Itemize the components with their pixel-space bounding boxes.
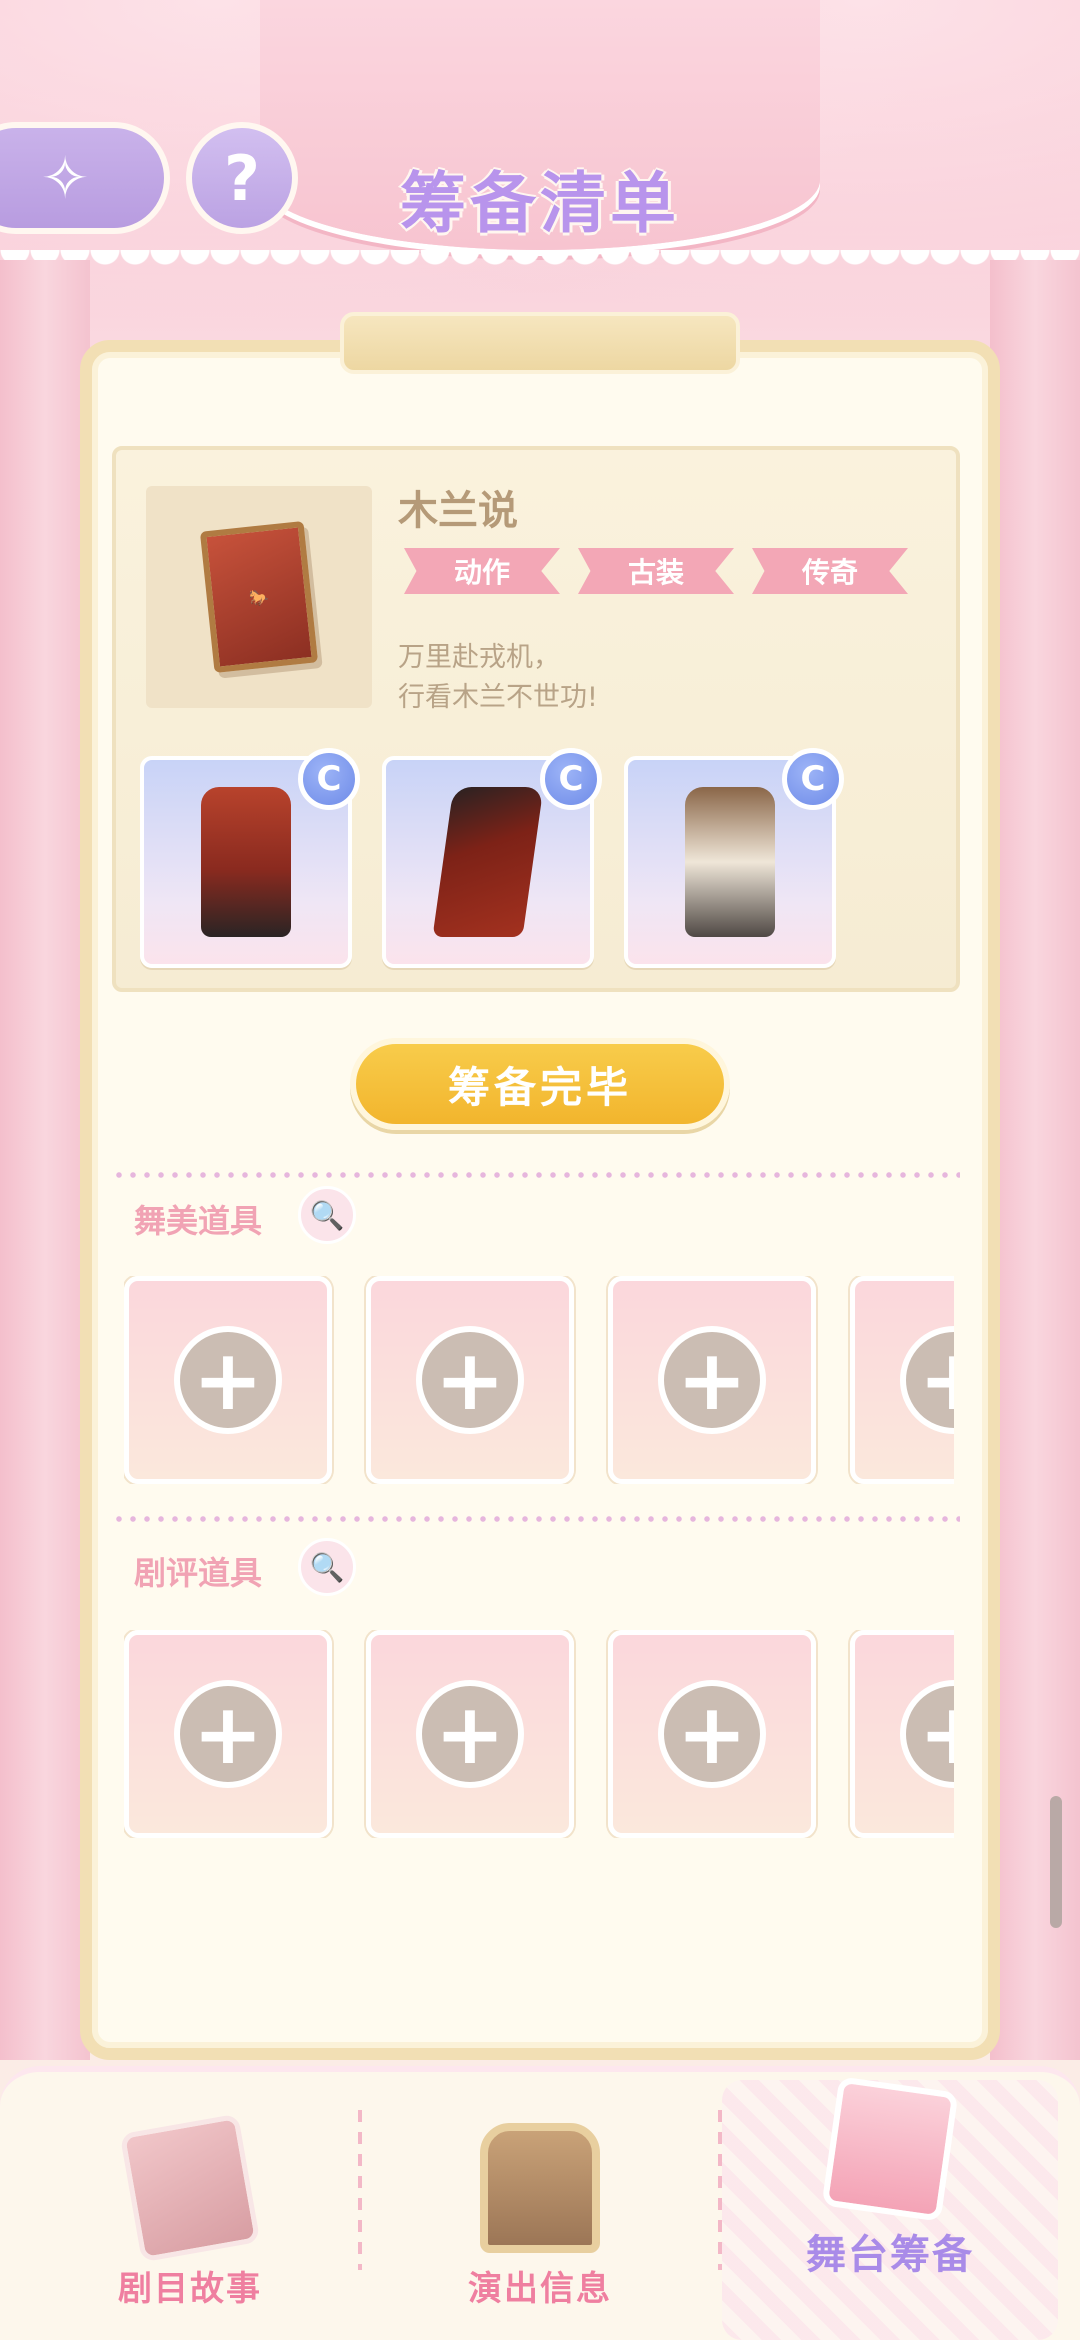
review-props-search-button[interactable]: 🔍 xyxy=(298,1538,356,1596)
outfit-red-skirt-icon xyxy=(432,787,544,937)
empty-slot[interactable]: + xyxy=(366,1630,574,1838)
outfit-card[interactable]: C xyxy=(382,748,602,968)
empty-slot[interactable]: + xyxy=(608,1630,816,1838)
plus-icon: + xyxy=(658,1326,766,1434)
outfit-card[interactable]: C xyxy=(624,748,844,968)
genre-tag: 古装 xyxy=(578,548,734,594)
genre-tag: 传奇 xyxy=(752,548,908,594)
scrollbar[interactable] xyxy=(1050,1796,1062,1928)
review-props-slots: + + + + xyxy=(124,1630,954,1838)
back-button[interactable]: ✧ xyxy=(0,122,170,234)
plus-icon: + xyxy=(658,1680,766,1788)
dotted-divider xyxy=(112,1172,960,1178)
genre-tags: 动作 古装 传奇 xyxy=(404,548,908,594)
lace-trim xyxy=(0,250,1080,290)
back-arrow-icon: ✧ xyxy=(40,144,90,212)
plus-icon: + xyxy=(416,1326,524,1434)
empty-slot[interactable]: + xyxy=(850,1630,954,1838)
show-poster-frame[interactable]: 🐎 xyxy=(146,486,372,708)
description-line: 万里赴戎机， xyxy=(398,642,560,673)
storybook-icon xyxy=(119,2113,261,2263)
left-curtain xyxy=(0,260,90,2060)
tab-story[interactable]: 剧目故事 xyxy=(40,2110,340,2310)
empty-slot[interactable]: + xyxy=(124,1630,332,1838)
genre-tag: 动作 xyxy=(404,548,560,594)
outfit-brown-vest-icon xyxy=(685,787,775,937)
outfit-red-armor-icon xyxy=(201,787,291,937)
plus-icon: + xyxy=(174,1680,282,1788)
question-mark-icon: ? xyxy=(224,141,260,215)
search-icon: 🔍 xyxy=(309,1198,345,1232)
nav-separator xyxy=(358,2110,362,2270)
plus-icon: + xyxy=(174,1326,282,1434)
rank-badge: C xyxy=(782,748,844,810)
show-name: 木兰说 xyxy=(398,488,518,534)
dotted-divider xyxy=(112,1516,960,1522)
tab-label: 演出信息 xyxy=(468,2269,612,2309)
panel-ribbon xyxy=(340,312,740,374)
tab-label: 舞台筹备 xyxy=(806,2232,974,2278)
nav-separator xyxy=(718,2110,722,2270)
empty-slot[interactable]: + xyxy=(850,1276,954,1484)
rank-badge: C xyxy=(540,748,602,810)
right-curtain xyxy=(990,260,1080,2060)
empty-slot[interactable]: + xyxy=(366,1276,574,1484)
confirm-prep-button[interactable]: 筹备完毕 xyxy=(350,1038,730,1130)
stage-props-slots: + + + + xyxy=(124,1276,954,1484)
clipboard-icon xyxy=(821,2076,959,2222)
tab-label: 剧目故事 xyxy=(118,2269,262,2309)
outfit-list: C C C xyxy=(140,748,844,968)
description-line: 行看木兰不世功! xyxy=(398,682,598,713)
rank-badge: C xyxy=(298,748,360,810)
show-description: 万里赴戎机， 行看木兰不世功! xyxy=(398,638,598,718)
help-button[interactable]: ? xyxy=(186,122,298,234)
outfit-card[interactable]: C xyxy=(140,748,360,968)
tab-performance-info[interactable]: 演出信息 xyxy=(390,2110,690,2310)
empty-slot[interactable]: + xyxy=(124,1276,332,1484)
show-poster-image: 🐎 xyxy=(199,520,319,674)
plus-icon: + xyxy=(900,1680,954,1788)
plus-icon: + xyxy=(416,1680,524,1788)
stage-props-search-button[interactable]: 🔍 xyxy=(298,1186,356,1244)
tab-stage-prep[interactable]: 舞台筹备 xyxy=(740,2076,1040,2280)
section-label-review-props: 剧评道具 xyxy=(134,1554,263,1592)
notice-board-icon xyxy=(480,2123,600,2253)
page-title: 筹备清单 xyxy=(400,165,680,242)
search-icon: 🔍 xyxy=(309,1550,345,1584)
section-label-stage-props: 舞美道具 xyxy=(134,1202,263,1240)
empty-slot[interactable]: + xyxy=(608,1276,816,1484)
plus-icon: + xyxy=(900,1326,954,1434)
